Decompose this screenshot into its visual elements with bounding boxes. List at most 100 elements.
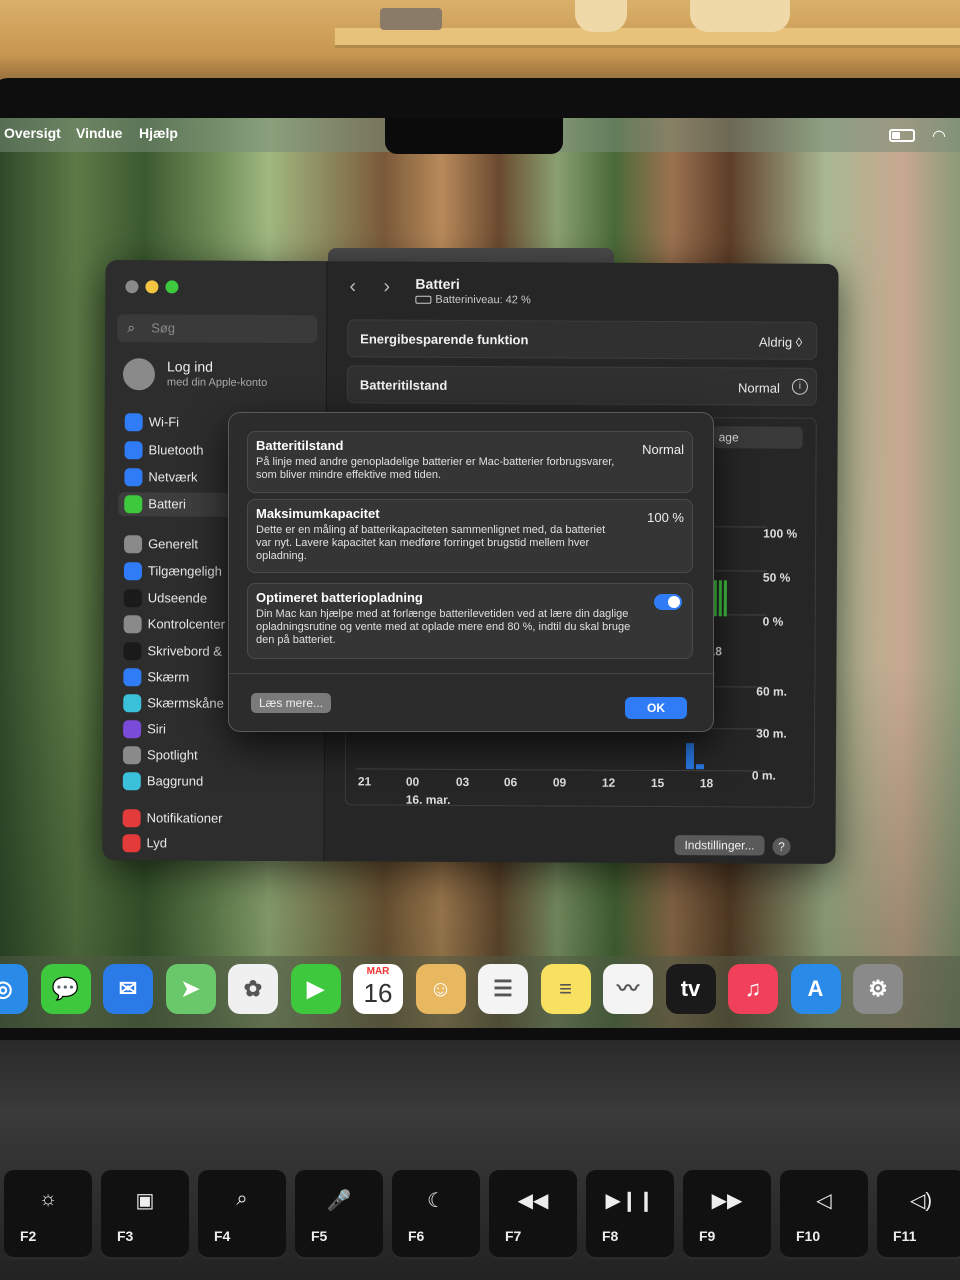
key-f8: ▶❙❙ F8 — [586, 1170, 674, 1260]
sound-icon — [122, 834, 141, 853]
low-power-mode-label: Energibesparende funktion — [360, 331, 529, 348]
y-label-60m: 60 m. — [756, 684, 788, 699]
key-f2: ☼ F2 — [4, 1170, 92, 1260]
key-label: F11 — [893, 1228, 917, 1244]
siri-icon — [123, 720, 142, 739]
sidebar-item-label: Bluetooth — [148, 442, 204, 458]
key-symbol-icon: ◁) — [909, 1190, 933, 1212]
wifi-status-icon[interactable]: ◠ — [932, 126, 946, 146]
learn-more-button[interactable]: Læs mere... — [251, 693, 331, 713]
mail-icon[interactable]: ✉ — [103, 964, 153, 1014]
notifications-icon — [122, 809, 141, 828]
key-label: F10 — [796, 1228, 821, 1244]
messages-icon[interactable]: 💬 — [40, 964, 91, 1014]
sidebar-item-label: Netværk — [148, 469, 198, 485]
y-label-0m: 0 m. — [751, 768, 776, 783]
optimized-charging-toggle[interactable] — [654, 594, 682, 610]
battery-health-value: Normal — [737, 380, 780, 396]
app-store-icon[interactable]: A — [790, 964, 841, 1014]
low-power-mode-value[interactable]: Aldrig ◊ — [759, 335, 802, 350]
menu-oversigt[interactable]: Oversigt — [4, 125, 61, 141]
battery-status-icon[interactable] — [889, 129, 915, 142]
key-symbol-icon: ⌕ — [236, 1188, 248, 1210]
key-f11: ◁) F11 — [877, 1170, 960, 1260]
key-symbol-icon: 🎤 — [326, 1190, 352, 1212]
zoom-button[interactable] — [165, 280, 179, 294]
sidebar-item-label: Spotlight — [146, 747, 198, 763]
system-settings-icon[interactable]: ⚙ — [853, 964, 903, 1014]
maps-icon[interactable]: ➤ — [165, 964, 216, 1014]
key-symbol-icon: ☾ — [427, 1190, 445, 1212]
display-icon — [123, 668, 142, 687]
music-icon[interactable]: ♫ — [728, 964, 778, 1014]
freeform-icon[interactable]: 〰 — [603, 964, 653, 1014]
back-button[interactable]: ‹ — [349, 275, 356, 298]
camera-notch — [385, 118, 563, 154]
key-label: F8 — [602, 1228, 619, 1244]
forward-button[interactable]: › — [383, 276, 390, 299]
info-icon[interactable]: i — [791, 378, 808, 395]
battery-level-bar — [718, 580, 722, 617]
low-power-mode-row[interactable]: Energibesparende funktion Aldrig ◊ — [347, 319, 818, 360]
page-title: Batteri — [415, 275, 460, 292]
key-f9: ▶▶ F9 — [683, 1170, 771, 1260]
capacity-value: 100 % — [647, 510, 684, 525]
date-label: 16. mar. — [405, 792, 451, 807]
gridline — [355, 768, 766, 772]
x-tick-label: 03 — [455, 774, 470, 789]
settings-button[interactable]: Indstillinger... — [674, 835, 765, 856]
reminders-icon[interactable]: ☰ — [478, 964, 528, 1014]
photos-icon[interactable]: ✿ — [228, 964, 278, 1014]
battery-icon — [124, 495, 143, 514]
contacts-icon[interactable]: ☺ — [415, 964, 466, 1014]
key-f5: 🎤 F5 — [295, 1170, 383, 1260]
x-tick-label: 15 — [650, 775, 665, 791]
minimize-button[interactable] — [145, 280, 159, 294]
key-f6: ☾ F6 — [392, 1170, 480, 1260]
notes-icon[interactable]: ≡ — [540, 964, 591, 1014]
sidebar-item-label: Notifikationer — [146, 810, 223, 826]
gridline — [707, 526, 768, 528]
key-label: F3 — [117, 1228, 134, 1244]
safari-icon[interactable]: ◎ — [0, 964, 28, 1014]
battery-level-text: Batteriniveau: 42 % — [435, 293, 531, 307]
close-button[interactable] — [125, 280, 139, 294]
wifi-icon — [124, 413, 143, 432]
x-tick-label: 12 — [601, 775, 616, 790]
battery-level-icon — [415, 295, 432, 304]
gear-icon — [124, 535, 143, 554]
capacity-card: Maksimumkapacitet 100 % Dette er en måli… — [247, 499, 693, 573]
menu-hjaelp[interactable]: Hjælp — [139, 125, 178, 141]
calendar-icon[interactable]: MAR 16 — [353, 964, 403, 1014]
search-field[interactable]: ⌕ Søg — [117, 314, 318, 344]
y-label-0: 0 % — [762, 614, 784, 629]
sidebar-item-spotlight[interactable]: Spotlight — [117, 743, 321, 768]
menu-vindue[interactable]: Vindue — [76, 125, 122, 141]
key-symbol-icon: ☼ — [38, 1188, 58, 1210]
ok-button[interactable]: OK — [625, 697, 687, 719]
sidebar-item-label: Siri — [147, 721, 166, 737]
globe-icon — [124, 468, 143, 487]
sidebar-item-label: Skærm — [147, 669, 190, 685]
sidebar-item-sound[interactable]: Lyd — [116, 831, 320, 856]
usage-bar — [685, 743, 695, 770]
bluetooth-icon — [124, 441, 143, 460]
apple-account-item[interactable]: Log ind med din Apple-konto — [122, 356, 323, 397]
sidebar-item-notifications[interactable]: Notifikationer — [117, 806, 321, 831]
sidebar-item-wallpaper[interactable]: Baggrund — [117, 769, 321, 794]
key-f10: ◁ F10 — [780, 1170, 868, 1260]
sidebar-item-label: Skrivebord & — [147, 643, 222, 659]
key-f4: ⌕ F4 — [198, 1170, 286, 1260]
battery-health-row[interactable]: Batteritilstand Normal i — [346, 365, 818, 406]
key-symbol-icon: ◀◀ — [517, 1190, 549, 1212]
chart-range-tab[interactable]: age — [712, 426, 803, 449]
key-label: F4 — [214, 1228, 231, 1244]
facetime-icon[interactable]: ▶ — [290, 964, 341, 1014]
key-label: F9 — [699, 1228, 716, 1244]
decor — [380, 8, 442, 30]
x-tick-label: 18 — [699, 776, 714, 791]
help-button[interactable]: ? — [772, 837, 791, 856]
optimized-charging-desc: Din Mac kan hjælpe med at forlænge batte… — [256, 608, 631, 646]
tv-icon[interactable]: tv — [665, 964, 716, 1014]
optimized-charging-card: Optimeret batteriopladning Din Mac kan h… — [247, 583, 693, 659]
